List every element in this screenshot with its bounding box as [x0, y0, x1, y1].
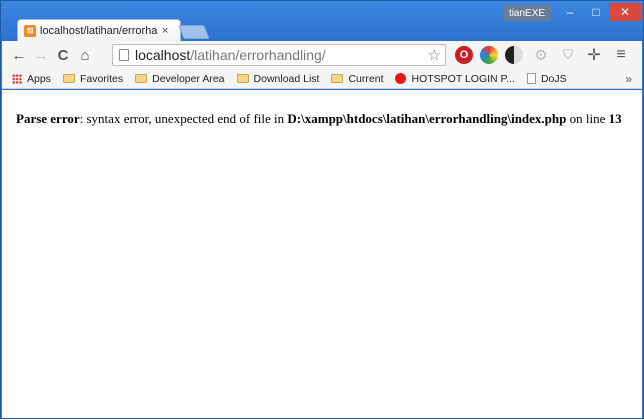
bookmark-label: Current [348, 72, 384, 85]
bookmark-label: Download List [253, 72, 320, 85]
on-line-text: on line [566, 111, 609, 126]
bookmark-label: Apps [27, 72, 51, 85]
bookmark-download-list[interactable]: Download List [236, 72, 320, 85]
bookmark-current[interactable]: Current [331, 73, 383, 85]
title-bar: ⊠ localhost/latihan/errorha × tianEXE – … [1, 1, 643, 41]
error-text: : syntax error, unexpected end of file i… [79, 111, 288, 126]
bookmark-label: DoJS [540, 72, 567, 85]
profile-badge[interactable]: tianEXE [503, 5, 551, 21]
maximize-button[interactable]: □ [583, 3, 609, 21]
tab-active[interactable]: ⊠ localhost/latihan/errorha × [17, 19, 181, 41]
night-mode-icon[interactable] [505, 46, 523, 64]
forward-button[interactable]: → [30, 44, 52, 66]
bookmark-favorites[interactable]: Favorites [62, 72, 124, 85]
bookmark-developer-area[interactable]: Developer Area [135, 72, 225, 85]
error-line-number: 13 [608, 111, 622, 126]
address-bar[interactable]: localhost/latihan/errorhandling/ ☆ [112, 44, 446, 66]
reload-button[interactable]: C [52, 44, 74, 66]
error-label: Parse error [16, 111, 80, 126]
home-button[interactable]: ⌂ [74, 44, 96, 66]
page-icon [526, 73, 536, 84]
folder-icon [62, 74, 75, 83]
opera-icon[interactable]: O [455, 46, 473, 64]
close-window-button[interactable]: ✕ [609, 3, 641, 21]
page-icon [119, 49, 129, 61]
bookmark-apps[interactable]: Apps [12, 73, 51, 85]
move-icon[interactable]: ✛ [585, 46, 603, 64]
toolbar: ← → C ⌂ localhost/latihan/errorhandling/… [2, 41, 642, 69]
minimize-button[interactable]: – [557, 3, 583, 21]
error-message: Parse error: syntax error, unexpected en… [16, 112, 634, 126]
error-file-path: D:\xampp\htdocs\latihan\errorhandling\in… [287, 111, 567, 126]
xampp-favicon-icon: ⊠ [24, 24, 36, 37]
browser-window: ⊠ localhost/latihan/errorha × tianEXE – … [0, 0, 644, 419]
bookmark-dojs[interactable]: DoJS [526, 72, 567, 85]
bookmark-label: HOTSPOT LOGIN P... [411, 72, 515, 85]
back-button[interactable]: ← [8, 44, 30, 66]
tab-title: localhost/latihan/errorha [40, 24, 158, 37]
bookmark-label: Developer Area [152, 72, 225, 85]
more-bookmarks-button[interactable]: » [625, 72, 632, 86]
gear-icon[interactable]: ⚙ [532, 46, 550, 64]
url-path: /latihan/errorhandling/ [190, 47, 326, 63]
url-host: localhost [135, 47, 191, 63]
red-dot-icon [395, 73, 407, 84]
apps-icon [12, 73, 22, 84]
color-picker-icon[interactable] [480, 46, 498, 64]
folder-icon [331, 74, 344, 83]
new-tab-button[interactable] [178, 25, 210, 39]
folder-icon [236, 74, 249, 83]
bookmarks-bar: Apps Favorites Developer Area Download L… [2, 69, 642, 89]
shield-icon[interactable]: ⛉ [559, 46, 577, 64]
folder-icon [135, 74, 148, 83]
bookmark-hotspot-login[interactable]: HOTSPOT LOGIN P... [395, 72, 515, 85]
bookmark-star-icon[interactable]: ☆ [428, 46, 441, 64]
menu-icon[interactable]: ≡ [612, 46, 630, 64]
bookmark-label: Favorites [79, 72, 124, 85]
tab-close-icon[interactable]: × [162, 25, 168, 37]
page-content: Parse error: syntax error, unexpected en… [2, 90, 642, 418]
